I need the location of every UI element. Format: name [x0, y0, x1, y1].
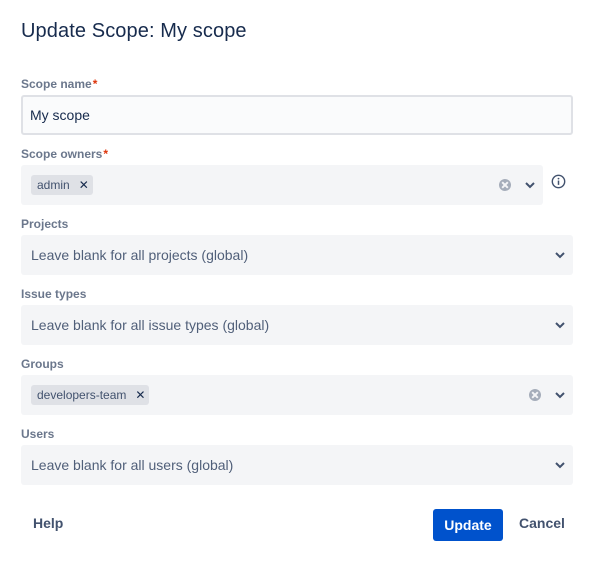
- projects-placeholder: Leave blank for all projects (global): [31, 247, 249, 263]
- dialog-title: Update Scope: My scope: [21, 20, 247, 42]
- required-marker: *: [92, 77, 98, 91]
- groups-select[interactable]: developers-team ✕: [21, 375, 573, 415]
- remove-tag-icon[interactable]: ✕: [79, 179, 89, 191]
- select-actions: [499, 165, 535, 205]
- clear-icon[interactable]: [499, 179, 511, 191]
- scope-name-value: My scope: [30, 107, 90, 123]
- chevron-down-icon[interactable]: [555, 321, 565, 329]
- users-label: Users: [21, 427, 55, 441]
- clear-icon[interactable]: [529, 389, 541, 401]
- chevron-down-icon[interactable]: [555, 251, 565, 259]
- issue-types-placeholder: Leave blank for all issue types (global): [31, 317, 270, 333]
- help-link[interactable]: Help: [33, 515, 63, 531]
- scope-owners-select[interactable]: admin ✕: [21, 165, 543, 205]
- select-actions: [555, 235, 565, 275]
- scope-owners-label-text: Scope owners: [21, 147, 103, 161]
- update-scope-dialog: Update Scope: My scope Scope name* My sc…: [0, 0, 593, 562]
- scope-name-label: Scope name*: [21, 77, 97, 91]
- owner-tag: admin ✕: [31, 175, 93, 195]
- projects-select[interactable]: Leave blank for all projects (global): [21, 235, 573, 275]
- chevron-down-icon[interactable]: [555, 391, 565, 399]
- issue-types-select[interactable]: Leave blank for all issue types (global): [21, 305, 573, 345]
- info-icon[interactable]: [551, 174, 566, 189]
- projects-label: Projects: [21, 217, 69, 231]
- select-actions: [555, 305, 565, 345]
- scope-name-label-text: Scope name: [21, 77, 92, 91]
- issue-types-label: Issue types: [21, 287, 87, 301]
- users-placeholder: Leave blank for all users (global): [31, 457, 234, 473]
- chevron-down-icon[interactable]: [525, 181, 535, 189]
- chevron-down-icon[interactable]: [555, 461, 565, 469]
- select-actions: [529, 375, 565, 415]
- scope-owners-label: Scope owners*: [21, 147, 108, 161]
- group-tag-label: developers-team: [37, 388, 127, 402]
- select-actions: [555, 445, 565, 485]
- group-tag: developers-team ✕: [31, 385, 150, 405]
- remove-tag-icon[interactable]: ✕: [135, 389, 145, 401]
- update-button[interactable]: Update: [433, 509, 503, 541]
- owner-tag-label: admin: [37, 178, 70, 192]
- groups-label: Groups: [21, 357, 64, 371]
- users-select[interactable]: Leave blank for all users (global): [21, 445, 573, 485]
- cancel-button[interactable]: Cancel: [519, 515, 565, 531]
- scope-name-input[interactable]: My scope: [21, 95, 573, 135]
- required-marker: *: [103, 147, 109, 161]
